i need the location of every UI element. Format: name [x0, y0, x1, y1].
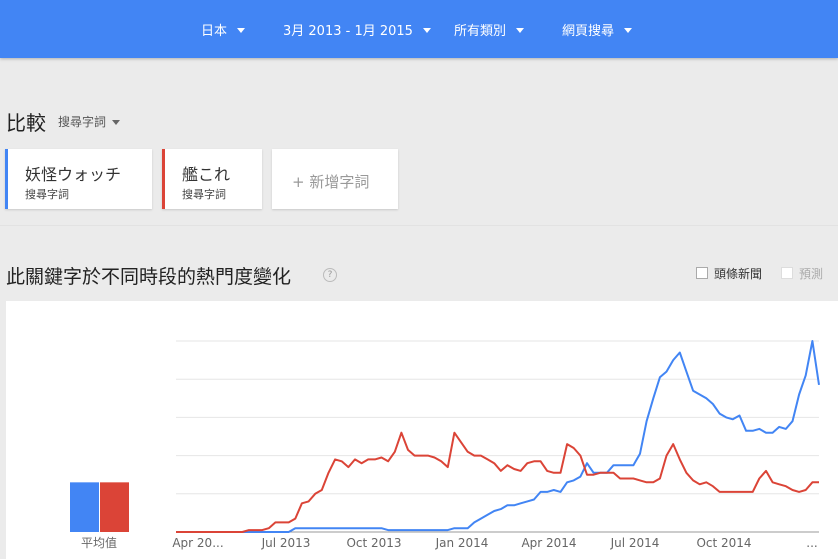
average-bars [70, 482, 129, 532]
category-label: 所有類別 [454, 24, 507, 39]
compare-title: 比較 [6, 111, 46, 135]
series-color-bar [162, 149, 165, 209]
x-tick-label: Jul 2014 [610, 536, 660, 550]
search-type-label: 網頁搜尋 [562, 24, 615, 39]
date-range-dropdown[interactable]: 3月 2013 - 1月 2015 [283, 20, 431, 39]
grid-lines [176, 340, 819, 533]
average-label: 平均值 [81, 535, 117, 550]
search-type-dropdown[interactable]: 網頁搜尋 [562, 20, 633, 39]
term-subtitle: 搜尋字詞 [25, 188, 69, 201]
term-name: 妖怪ウォッチ [25, 165, 122, 184]
term-subtitle: 搜尋字詞 [182, 188, 226, 201]
term-type-label: 搜尋字詞 [58, 115, 107, 129]
x-tick-label: Apr 2014 [521, 536, 576, 550]
x-tick-label: Apr 20... [172, 536, 223, 550]
category-dropdown[interactable]: 所有類別 [454, 20, 525, 39]
term-name: 艦これ [182, 165, 231, 184]
x-tick-label: Jul 2013 [261, 536, 311, 550]
chart-panel: Apr 20... Jul 2013 Oct 2013 Jan 2014 Apr 201… [6, 301, 838, 559]
x-tick-label: Jan 2014 [435, 536, 489, 550]
term-card-kancolle[interactable]: 艦これ 搜尋字詞 [162, 149, 262, 209]
series-line [176, 340, 820, 533]
add-term-label: + 新增字詞 [292, 173, 370, 191]
region-label: 日本 [201, 24, 228, 39]
date-range-label: 3月 2013 - 1月 2015 [283, 24, 413, 39]
forecast-label: 預測 [799, 267, 824, 281]
chevron-down-icon [237, 28, 246, 33]
x-tick-label: Oct 2013 [346, 536, 401, 550]
term-card-yokai-watch[interactable]: 妖怪ウォッチ 搜尋字詞 [5, 149, 152, 209]
chevron-down-icon [422, 28, 431, 33]
trend-chart: Apr 20... Jul 2013 Oct 2013 Jan 2014 Apr 201… [70, 340, 820, 550]
x-tick-labels: Apr 20... Jul 2013 Oct 2013 Jan 2014 Apr 201… [172, 536, 817, 550]
section-divider [0, 225, 838, 226]
x-tick-label: Oct 2014 [696, 536, 751, 550]
chevron-down-icon [516, 28, 525, 33]
section-title: 此關鍵字於不同時段的熱門度變化 [6, 266, 292, 288]
forecast-checkbox[interactable] [781, 267, 793, 279]
series-lines [176, 340, 820, 533]
series-color-bar [5, 149, 8, 209]
x-tick-label: ... [806, 536, 817, 550]
region-dropdown[interactable]: 日本 [201, 20, 246, 39]
series-line [176, 431, 819, 533]
help-icon[interactable]: ? [323, 268, 337, 282]
chevron-down-icon [624, 28, 633, 33]
filter-bar: 日本 3月 2013 - 1月 2015 所有類別 網頁搜尋 [0, 0, 838, 58]
term-type-dropdown[interactable]: 搜尋字詞 [58, 113, 121, 130]
chevron-down-icon [112, 120, 121, 125]
add-term-button[interactable]: + 新增字詞 [272, 149, 398, 209]
average-bar [100, 482, 129, 532]
headlines-checkbox[interactable] [696, 267, 708, 279]
headlines-label: 頭條新聞 [714, 267, 763, 281]
average-bar [70, 482, 99, 532]
